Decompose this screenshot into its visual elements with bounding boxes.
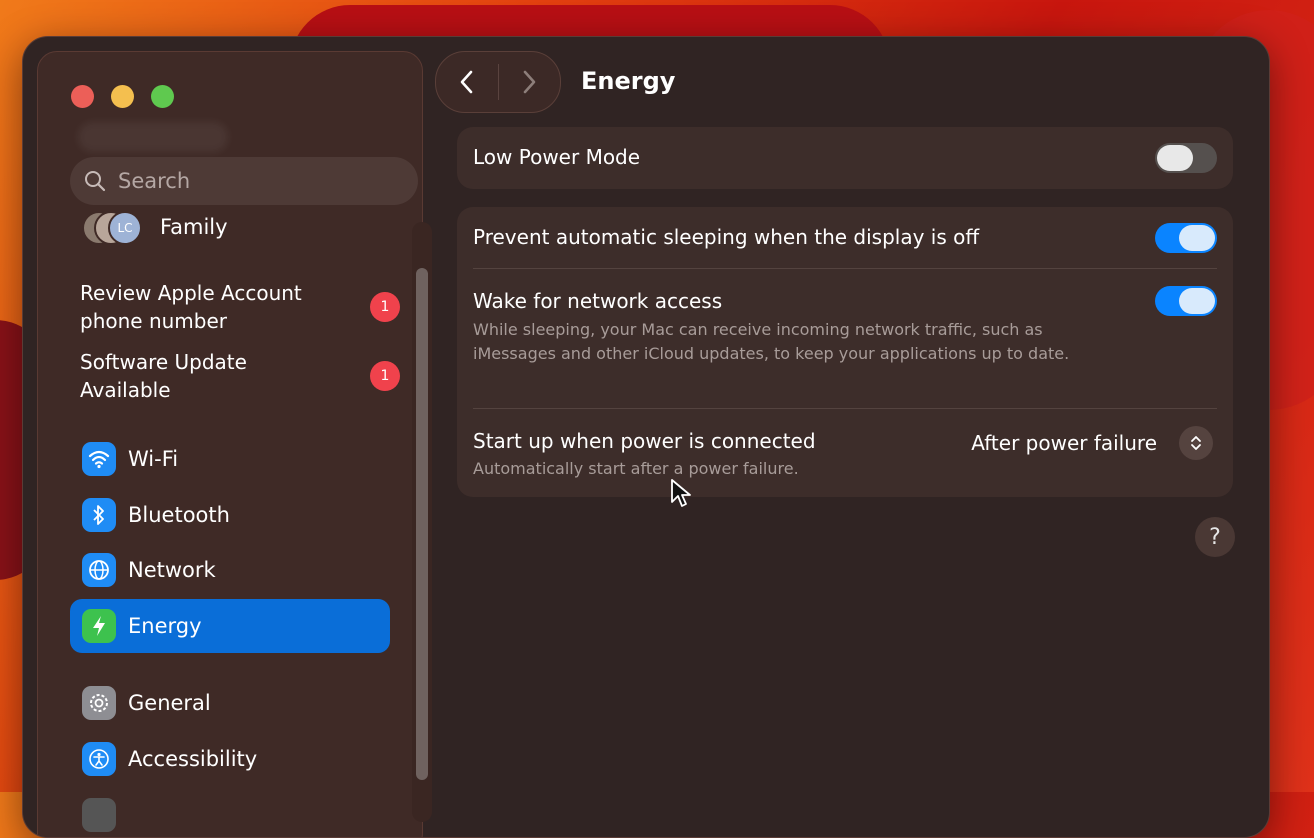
search-icon — [85, 171, 106, 192]
toggle-knob — [1179, 288, 1215, 314]
sidebar-item-wifi[interactable]: Wi-Fi — [70, 432, 390, 486]
navigation-buttons — [435, 51, 561, 113]
sidebar-item-label: Network — [128, 558, 216, 582]
sidebar-item-label: General — [128, 691, 211, 715]
wake-network-label: Wake for network access — [473, 289, 723, 313]
startup-power-popup-button[interactable] — [1179, 426, 1213, 460]
appearance-icon — [82, 798, 116, 832]
search-input[interactable] — [116, 168, 400, 194]
startup-power-popup-value[interactable]: After power failure — [971, 431, 1157, 455]
back-button[interactable] — [436, 52, 498, 112]
avatar: LC — [108, 211, 142, 245]
sidebar-item-label: Bluetooth — [128, 503, 230, 527]
bluetooth-icon — [82, 498, 116, 532]
toggle-knob — [1157, 145, 1193, 171]
sidebar-item-label: Accessibility — [128, 747, 258, 771]
scrollbar-thumb[interactable] — [416, 268, 428, 780]
notification-badge: 1 — [370, 292, 400, 322]
wake-network-toggle[interactable] — [1155, 286, 1217, 316]
low-power-mode-label: Low Power Mode — [473, 145, 641, 169]
chevron-left-icon — [460, 70, 473, 94]
minimize-window-button[interactable] — [111, 85, 134, 108]
sidebar-item-family[interactable]: LC Family — [82, 207, 228, 247]
system-settings-window: LC Family Review Apple Account phone num… — [22, 36, 1270, 838]
mouse-pointer-icon — [671, 479, 691, 507]
startup-power-label: Start up when power is connected — [473, 429, 816, 453]
globe-icon — [82, 553, 116, 587]
gear-icon — [82, 686, 116, 720]
zoom-window-button[interactable] — [151, 85, 174, 108]
divider — [473, 268, 1217, 269]
close-window-button[interactable] — [71, 85, 94, 108]
toggle-knob — [1179, 225, 1215, 251]
wifi-icon — [82, 442, 116, 476]
notice-review-account[interactable]: Review Apple Account phone number 1 — [80, 279, 410, 335]
sidebar-item-accessibility[interactable]: Accessibility — [70, 732, 390, 786]
energy-options-card: Prevent automatic sleeping when the disp… — [457, 207, 1233, 497]
low-power-mode-toggle[interactable] — [1155, 143, 1217, 173]
sidebar-item-label: Wi-Fi — [128, 447, 179, 471]
sidebar-item-bluetooth[interactable]: Bluetooth — [70, 488, 390, 542]
sidebar-item-partial[interactable] — [70, 788, 390, 837]
family-avatars: LC — [82, 209, 152, 245]
sidebar: LC Family Review Apple Account phone num… — [37, 51, 432, 837]
notice-software-update[interactable]: Software Update Available 1 — [80, 348, 410, 404]
sidebar-item-energy[interactable]: Energy — [70, 599, 390, 653]
prevent-sleep-label: Prevent automatic sleeping when the disp… — [473, 225, 980, 249]
notification-badge: 1 — [370, 361, 400, 391]
accessibility-icon — [82, 742, 116, 776]
search-field[interactable] — [70, 157, 418, 205]
chevron-right-icon — [523, 70, 536, 94]
wake-network-description: While sleeping, your Mac can receive inc… — [473, 320, 1070, 363]
help-button[interactable]: ? — [1195, 517, 1235, 557]
sidebar-item-network[interactable]: Network — [70, 543, 390, 597]
sidebar-scrollbar[interactable] — [412, 222, 432, 822]
forward-button[interactable] — [498, 52, 560, 112]
startup-power-description: Automatically start after a power failur… — [473, 459, 799, 478]
notice-label: Review Apple Account phone number — [80, 281, 302, 333]
chevron-up-down-icon — [1191, 436, 1201, 450]
divider — [473, 408, 1217, 409]
account-item-blurred[interactable] — [78, 122, 228, 152]
sidebar-item-label: Family — [160, 215, 228, 239]
sidebar-item-general[interactable]: General — [70, 676, 390, 730]
bolt-icon — [82, 609, 116, 643]
page-title: Energy — [581, 67, 676, 95]
low-power-card: Low Power Mode — [457, 127, 1233, 189]
sidebar-item-label: Energy — [128, 614, 202, 638]
prevent-sleep-toggle[interactable] — [1155, 223, 1217, 253]
notice-label: Software Update Available — [80, 350, 247, 402]
